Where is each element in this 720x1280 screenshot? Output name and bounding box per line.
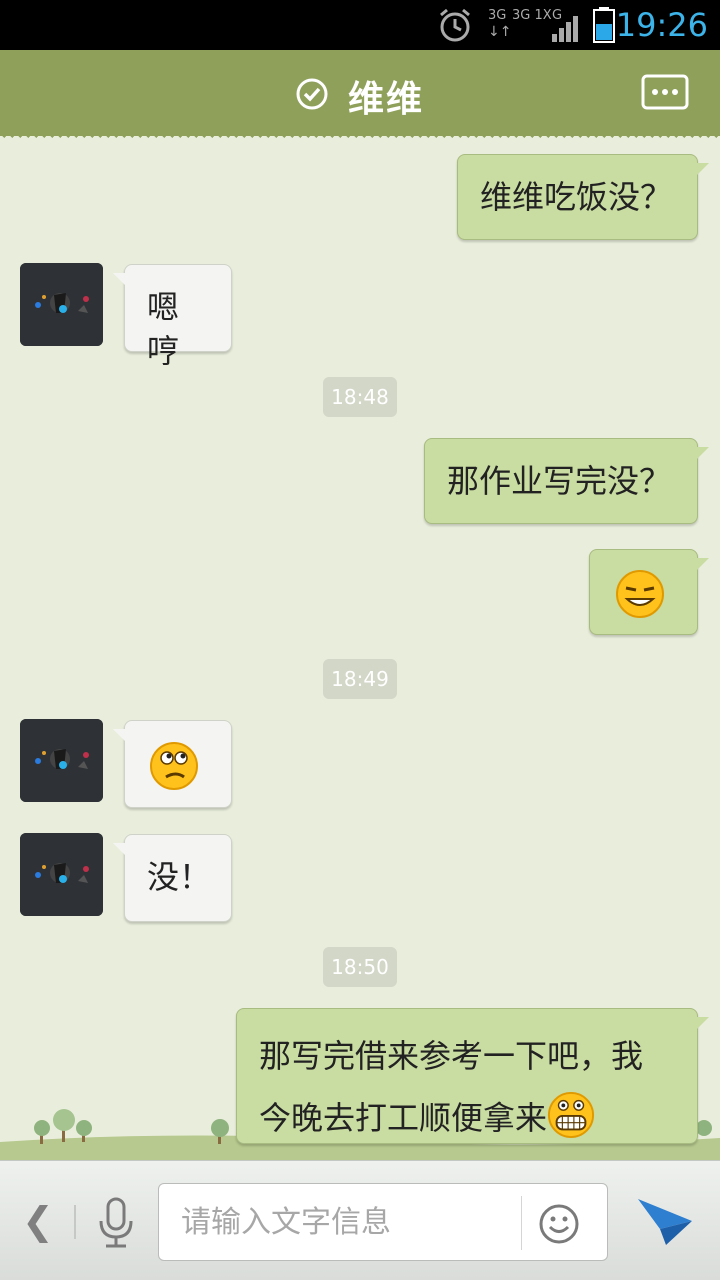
- timestamp: 18:49: [323, 659, 397, 699]
- chat-area[interactable]: 维维吃饭没？ 嗯哼 18:48 那作业写完没？ 18:49 没！ 18:50 那…: [0, 136, 720, 1160]
- avatar-image: [20, 719, 103, 802]
- avatar-image: [20, 263, 103, 346]
- confused-emoji-icon: [150, 742, 198, 790]
- battery-icon: [593, 7, 615, 43]
- message-bubble-incoming[interactable]: 嗯哼: [113, 264, 232, 370]
- message-bubble-outgoing[interactable]: 那写完借来参考一下吧，我 今晚去打工顺便拿来: [236, 1008, 709, 1144]
- check-circle-icon: [296, 78, 328, 110]
- smirk-emoji-icon: [616, 570, 664, 618]
- more-options-icon[interactable]: [641, 74, 689, 110]
- network-3g-label: 3G: [488, 8, 507, 23]
- message-input[interactable]: [181, 1200, 511, 1244]
- message-bubble-outgoing[interactable]: [589, 549, 709, 635]
- message-text: 维维吃饭没？: [480, 178, 673, 216]
- message-text: 嗯哼: [147, 288, 180, 370]
- status-bar: 3G ↓↑ 3G 1X G 19:26: [0, 0, 720, 50]
- clock: 19:26: [615, 6, 708, 44]
- avatar[interactable]: [20, 833, 103, 916]
- network-3g-1x-label: 3G 1X: [512, 8, 552, 23]
- chat-header: 维维: [0, 50, 720, 142]
- alarm-icon: [440, 8, 470, 42]
- message-text-line: 那写完借来参考一下吧，我: [259, 1037, 644, 1075]
- message-bubble-outgoing[interactable]: 维维吃饭没？: [457, 154, 709, 240]
- data-arrows-icon: ↓↑: [488, 24, 512, 40]
- emoji-picker-icon[interactable]: [538, 1203, 580, 1245]
- message-text: 那作业写完没？: [447, 462, 672, 500]
- send-icon[interactable]: [636, 1195, 694, 1247]
- back-arrow-icon[interactable]: ❮: [22, 1199, 54, 1243]
- divider: [74, 1205, 76, 1239]
- message-bubble-incoming[interactable]: [113, 720, 232, 808]
- input-bar: ❮: [0, 1160, 720, 1280]
- signal-icon: [552, 16, 578, 42]
- microphone-icon[interactable]: [96, 1197, 136, 1249]
- grin-emoji-icon: [547, 1091, 595, 1139]
- message-bubble-incoming[interactable]: 没！: [113, 834, 232, 922]
- message-bubble-outgoing[interactable]: 那作业写完没？: [424, 438, 709, 524]
- avatar-image: [20, 833, 103, 916]
- message-input-container: [158, 1183, 608, 1261]
- contact-name: 维维: [348, 79, 425, 120]
- message-text: 没！: [147, 858, 212, 896]
- avatar[interactable]: [20, 719, 103, 802]
- timestamp: 18:48: [323, 377, 397, 417]
- input-divider: [521, 1196, 522, 1250]
- avatar[interactable]: [20, 263, 103, 346]
- timestamp: 18:50: [323, 947, 397, 987]
- message-text-line: 今晚去打工顺便拿来: [259, 1099, 548, 1137]
